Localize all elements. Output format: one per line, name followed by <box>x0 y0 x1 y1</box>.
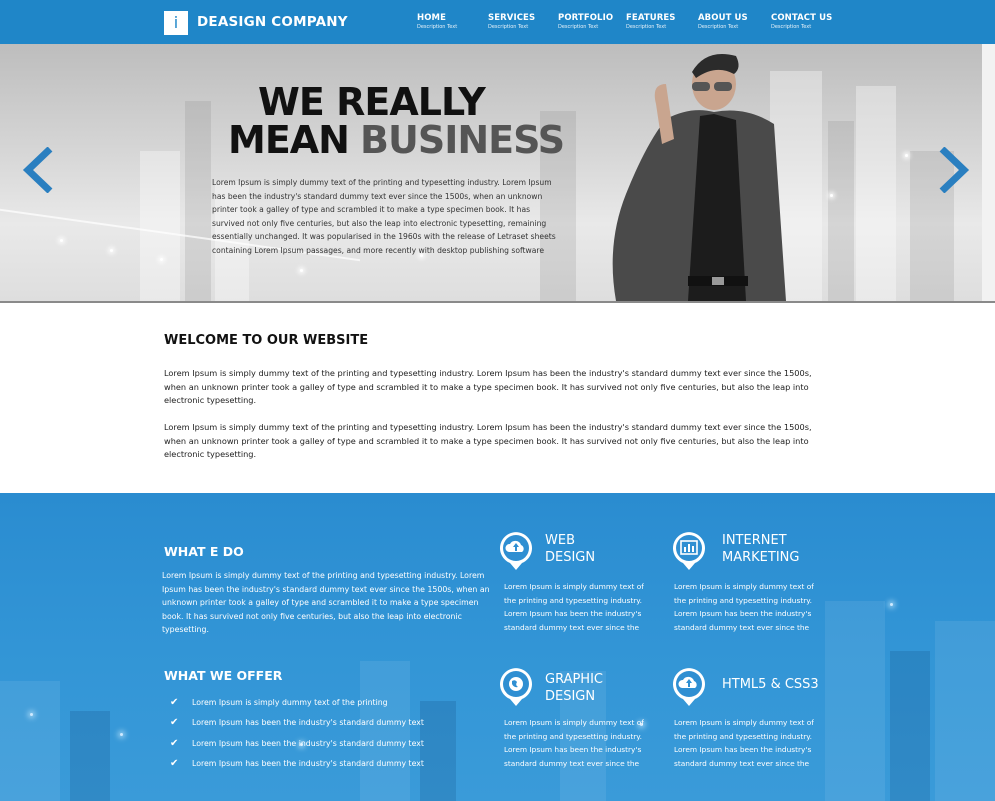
offer-list-item: ✔ Lorem Ipsum has been the industry's sta… <box>170 758 424 769</box>
checkmark-icon: ✔ <box>170 738 179 749</box>
service-description: Lorem Ipsum is simply dummy text of the … <box>504 582 644 632</box>
nav-description: Description Text <box>626 24 667 30</box>
service-title-line1: INTERNET <box>722 533 787 548</box>
section-light <box>120 733 123 736</box>
what-we-do-text: Lorem Ipsum is simply dummy text of the … <box>162 571 490 635</box>
hero-description: Lorem Ipsum is simply dummy text of the … <box>212 178 556 255</box>
logo-icon[interactable]: i <box>164 11 188 35</box>
hero-bg-building <box>828 121 854 301</box>
service-title: INTERNET MARKETING <box>722 532 799 566</box>
offer-item-text: Lorem Ipsum has been the industry's stan… <box>192 739 424 748</box>
hero-light <box>60 239 63 242</box>
service-title: WEB DESIGN <box>545 532 595 566</box>
section-bg-building <box>420 701 456 801</box>
cloud-upload-icon[interactable] <box>498 530 534 572</box>
service-description: Lorem Ipsum is simply dummy text of the … <box>504 718 644 768</box>
nav-label: CONTACT US <box>771 13 833 23</box>
slider-next-arrow-icon[interactable] <box>934 147 970 193</box>
service-title-line2: DESIGN <box>545 550 596 565</box>
hero-title-line2-grey: BUSINESS <box>360 118 565 162</box>
nav-description: Description Text <box>558 24 599 30</box>
section-bg-building <box>70 711 110 801</box>
section-light <box>890 603 893 606</box>
hero-slider: WE REALLY MEAN BUSINESS Lorem Ipsum is s… <box>0 44 982 301</box>
offer-list-item: ✔ Lorem Ipsum has been the industry's sta… <box>170 717 424 728</box>
nav-label: FEATURES <box>626 13 676 23</box>
checkmark-icon: ✔ <box>170 717 179 728</box>
hero-divider <box>0 301 995 303</box>
offer-item-text: Lorem Ipsum has been the industry's stan… <box>192 718 424 727</box>
hero-light <box>110 249 113 252</box>
offer-list-item: ✔ Lorem Ipsum is simply dummy text of the… <box>170 697 388 708</box>
nav-description: Description Text <box>488 24 529 30</box>
globe-icon[interactable] <box>498 666 534 708</box>
nav-about-us[interactable]: ABOUT US Description Text <box>698 13 748 30</box>
nav-contact-us[interactable]: CONTACT US Description Text <box>771 13 832 30</box>
hero-title-line2-dark: MEAN <box>228 118 350 162</box>
nav-portfolio[interactable]: PORTFOLIO Description Text <box>558 13 613 30</box>
welcome-title: WELCOME TO OUR WEBSITE <box>164 333 369 348</box>
service-title: HTML5 & CSS3 <box>722 676 819 693</box>
welcome-paragraph-2: Lorem Ipsum is simply dummy text of the … <box>164 422 812 460</box>
nav-description: Description Text <box>771 24 812 30</box>
service-title: GRAPHIC DESIGN <box>545 671 603 705</box>
welcome-paragraph-1: Lorem Ipsum is simply dummy text of the … <box>164 368 812 406</box>
hero-light <box>160 258 163 261</box>
nav-label: PORTFOLIO <box>558 13 614 23</box>
chart-icon[interactable] <box>671 530 707 572</box>
hero-light <box>300 269 303 272</box>
section-bg-building <box>935 621 995 801</box>
cloud-upload-icon[interactable] <box>671 666 707 708</box>
service-title-line2: MARKETING <box>722 550 800 565</box>
hero-bg-building <box>856 86 896 301</box>
hero-light <box>905 154 908 157</box>
offer-list-item: ✔ Lorem Ipsum has been the industry's sta… <box>170 738 424 749</box>
service-description: Lorem Ipsum is simply dummy text of the … <box>674 582 814 632</box>
section-bg-building <box>890 651 930 801</box>
what-we-do-title: WHAT E DO <box>164 544 244 559</box>
service-description: Lorem Ipsum is simply dummy text of the … <box>674 718 814 768</box>
service-title-line1: HTML5 & CSS3 <box>722 677 819 692</box>
section-bg-building <box>0 681 60 801</box>
service-title-line2: DESIGN <box>545 689 596 704</box>
nav-services[interactable]: SERVICES Description Text <box>488 13 535 30</box>
hero-edge <box>982 44 995 301</box>
section-bg-building <box>360 661 410 801</box>
checkmark-icon: ✔ <box>170 697 179 708</box>
nav-features[interactable]: FEATURES Description Text <box>626 13 676 30</box>
slider-prev-arrow-icon[interactable] <box>22 147 58 193</box>
service-title-line1: GRAPHIC <box>545 672 603 687</box>
site-header: i DEASIGN COMPANY HOME Description Text … <box>0 0 995 44</box>
hero-light <box>830 194 833 197</box>
nav-label: SERVICES <box>488 13 536 23</box>
what-we-offer-title: WHAT WE OFFER <box>164 668 283 683</box>
nav-home[interactable]: HOME Description Text <box>417 13 457 30</box>
company-name[interactable]: DEASIGN COMPANY <box>197 14 348 30</box>
nav-description: Description Text <box>417 24 458 30</box>
offer-item-text: Lorem Ipsum has been the industry's stan… <box>192 759 424 768</box>
checkmark-icon: ✔ <box>170 758 179 769</box>
hero-person-image <box>612 54 786 301</box>
nav-label: HOME <box>417 13 447 23</box>
service-title-line1: WEB <box>545 533 575 548</box>
section-bg-building <box>825 601 885 801</box>
section-light <box>30 713 33 716</box>
offer-item-text: Lorem Ipsum is simply dummy text of the … <box>192 698 388 707</box>
nav-label: ABOUT US <box>698 13 748 23</box>
nav-description: Description Text <box>698 24 739 30</box>
